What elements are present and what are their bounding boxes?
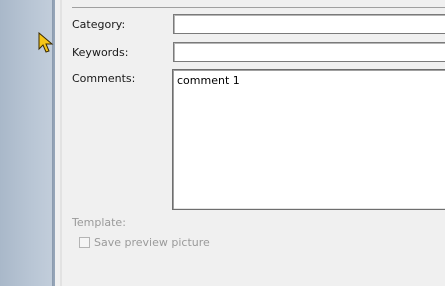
section-divider (72, 7, 445, 8)
template-label: Template: (72, 216, 126, 229)
dialog-inner-border (60, 0, 62, 286)
comments-label: Comments: (72, 72, 136, 85)
category-label: Category: (72, 18, 126, 31)
category-field[interactable] (173, 14, 445, 34)
save-preview-label: Save preview picture (94, 236, 210, 249)
comments-textarea[interactable]: comment 1 (172, 69, 445, 210)
keywords-field[interactable] (173, 42, 445, 62)
keywords-label: Keywords: (72, 46, 129, 59)
save-preview-option[interactable]: Save preview picture (79, 236, 210, 249)
mouse-cursor-icon (38, 32, 54, 53)
save-preview-checkbox[interactable] (79, 237, 90, 248)
